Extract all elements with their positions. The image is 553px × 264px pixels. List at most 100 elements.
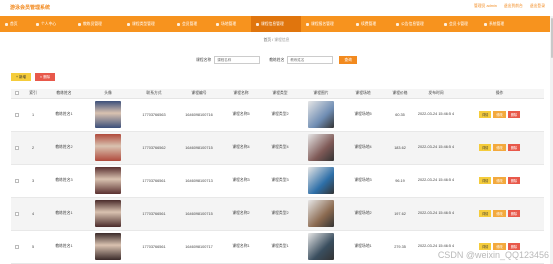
col-price: 课程价格 (383, 89, 417, 99)
cell-image (299, 98, 343, 132)
col-type: 课程类型 (261, 89, 299, 99)
nav-item-8[interactable]: 续费管理 (351, 16, 391, 32)
course-image (308, 200, 334, 227)
row-checkbox[interactable] (15, 244, 19, 249)
nav-item-11[interactable]: 系统管理 (479, 16, 528, 32)
edit-button[interactable]: 修改 (493, 144, 506, 151)
batch-delete-button[interactable]: × 删除 (35, 73, 56, 81)
cell-coach: 教练姓名3 (43, 164, 85, 198)
detail-button[interactable]: 详情 (478, 111, 492, 118)
place-icon (216, 22, 219, 26)
cell-phone: 17703766563 (131, 98, 177, 132)
course-image (308, 167, 334, 194)
action-bar: + 新增 × 删除 (11, 73, 56, 81)
nav-item-4[interactable]: 会员管理 (172, 16, 211, 32)
add-button[interactable]: + 新增 (11, 73, 32, 81)
course-name-input[interactable] (214, 56, 261, 64)
delete-button-label: 删除 (43, 74, 51, 79)
edit-button[interactable]: 修改 (493, 177, 506, 184)
cell-price: 279.35 (383, 230, 417, 264)
edit-button[interactable]: 修改 (493, 243, 506, 250)
edit-button[interactable]: 修改 (493, 210, 506, 217)
nav-item-0[interactable]: 首页 (0, 16, 31, 32)
table-row: 3 教练姓名3 17703766561 1646098100713 课程名称3 课程类型3… (11, 164, 544, 198)
cell-avatar (85, 197, 131, 231)
main-nav: 首页 个人中心 教练员管理 课程类型管理 会员管理 场地管理 课程信息管理 课程报名管理 续费管… (0, 16, 553, 32)
coach-avatar-image (95, 101, 121, 128)
search-button[interactable]: 查询 (339, 56, 357, 64)
detail-button[interactable]: 详情 (478, 144, 492, 151)
cell-index: 1 (23, 98, 43, 132)
table-row: 1 教练姓名1 17703766563 1646098100716 课程名称5 课程类型2… (11, 98, 544, 132)
edit-button[interactable]: 修改 (493, 111, 506, 118)
logout-link[interactable]: 退出登录 (530, 4, 545, 9)
coach-avatar-image (95, 233, 121, 260)
cell-image (299, 197, 343, 231)
nav-item-label: 课程类型管理 (132, 21, 155, 26)
cell-time: 2022-03-24 15:46:5 4 (417, 131, 455, 165)
cell-time: 2022-03-24 15:46:5 4 (417, 98, 455, 132)
admin-link[interactable]: 管理员 admin (474, 4, 497, 9)
cell-avatar (85, 131, 131, 165)
cell-place: 课程场地2 (343, 197, 383, 231)
nav-item-5[interactable]: 场地管理 (211, 16, 251, 32)
delete-icon: × (40, 75, 43, 79)
detail-button[interactable]: 详情 (478, 210, 492, 217)
delete-button[interactable]: 删除 (507, 111, 521, 118)
row-checkbox[interactable] (15, 145, 19, 150)
cell-name: 课程名称1 (221, 230, 261, 264)
row-checkbox[interactable] (15, 112, 19, 117)
course-image (308, 134, 334, 161)
coach-name-input[interactable] (287, 56, 334, 64)
nav-item-2[interactable]: 教练员管理 (73, 16, 122, 32)
nav-item-1[interactable]: 个人中心 (31, 16, 73, 32)
cell-avatar (85, 230, 131, 264)
nav-item-6[interactable]: 课程信息管理 (251, 16, 301, 32)
delete-button[interactable]: 删除 (507, 210, 521, 217)
table-header-row: 索引 教练姓名 头像 联系方式 课程编号 课程名称 课程类型 课程图片 课程场地… (11, 89, 544, 99)
delete-button[interactable]: 删除 (507, 243, 521, 250)
col-time: 发布时间 (417, 89, 455, 99)
col-name: 课程名称 (221, 89, 261, 99)
col-code: 课程编号 (177, 89, 221, 99)
nav-item-label: 系统管理 (489, 21, 505, 26)
row-checkbox[interactable] (15, 178, 19, 183)
cell-image (299, 131, 343, 165)
nav-item-3[interactable]: 课程类型管理 (122, 16, 172, 32)
nav-item-label: 续费管理 (361, 21, 377, 26)
cell-ops: 详情 修改 删除 (455, 197, 544, 231)
col-coach: 教练姓名 (43, 89, 85, 99)
cell-type: 课程类型2 (261, 197, 299, 231)
detail-button[interactable]: 详情 (478, 243, 492, 250)
row-checkbox[interactable] (15, 211, 19, 216)
search-bar: 课程名称 教练姓名 查询 (0, 56, 553, 64)
cell-avatar (85, 164, 131, 198)
cell-phone: 17703766561 (131, 197, 177, 231)
breadcrumb-home[interactable]: 首页 (264, 38, 272, 42)
delete-button[interactable]: 删除 (507, 144, 521, 151)
scrollbar-thumb[interactable] (550, 18, 553, 58)
nav-item-9[interactable]: 公告信息管理 (391, 16, 439, 32)
col-index: 索引 (23, 89, 43, 99)
select-all-checkbox[interactable] (15, 91, 19, 96)
detail-button[interactable]: 详情 (478, 177, 492, 184)
cell-index: 4 (23, 197, 43, 231)
nav-item-10[interactable]: 会员卡管理 (439, 16, 479, 32)
app-title: 游泳会员管理系统 (10, 5, 51, 11)
plus-icon: + (16, 75, 19, 79)
course-icon (256, 22, 259, 26)
table-row: 4 教练姓名1 17703766561 1646098100715 课程名称2 课程类型2… (11, 197, 544, 231)
cell-phone: 17703766561 (131, 230, 177, 264)
row-select-cell (11, 164, 23, 198)
frontend-link[interactable]: 退出到前台 (504, 4, 523, 9)
cell-image (299, 230, 343, 264)
cell-index: 3 (23, 164, 43, 198)
cell-price: 60.35 (383, 98, 417, 132)
nav-item-7[interactable]: 课程报名管理 (301, 16, 351, 32)
add-button-label: 新增 (19, 74, 27, 79)
member-icon (177, 22, 180, 26)
cell-place: 课程场地3 (343, 164, 383, 198)
delete-button[interactable]: 删除 (507, 177, 521, 184)
nav-item-label: 个人中心 (41, 21, 57, 26)
cell-coach: 教练姓名1 (43, 98, 85, 132)
